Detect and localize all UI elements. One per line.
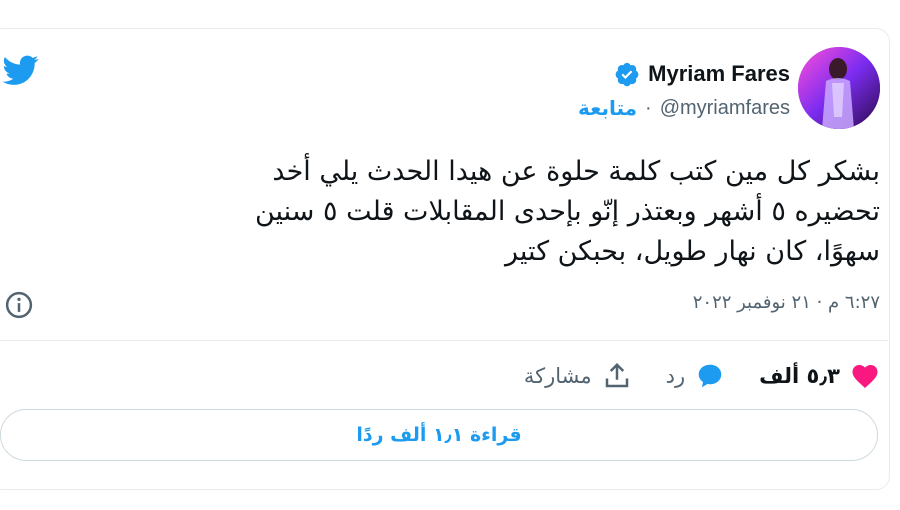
tweet-text: بشكر كل مين كتب كلمة حلوة عن هيدا الحدث … [80,152,880,272]
tweet-actions: ٥٫٣ ألف رد مشاركة [524,356,880,396]
reply-label: رد [665,364,686,388]
reply-bubble-icon [698,364,722,388]
author-name-row[interactable]: Myriam Fares [614,58,790,90]
twitter-bird-icon[interactable] [0,52,42,88]
avatar-image [798,47,880,129]
share-label: مشاركة [523,364,592,388]
tweet-text-line: سهوًا، كان نهار طويل، بحبكن كتير [505,236,880,267]
tweet-text-line: تحضيره ٥ أشهر وبعتذر إنّو بإحدى المقابلا… [254,196,880,227]
like-count: ٥٫٣ ألف [759,364,840,388]
divider [0,340,888,341]
tweet-timestamp[interactable]: ٦:٢٧ م · ٢١ نوفمبر ٢٠٢٢ [693,292,880,313]
author-handle[interactable]: @myriamfares [660,97,790,120]
verified-badge-icon [615,62,639,87]
share-icon [605,362,628,388]
author-name: Myriam Fares [648,61,790,86]
share-button[interactable]: مشاركة [524,361,632,391]
author-handle-row: متابعة · @myriamfares [578,94,790,122]
read-replies-button[interactable]: قراءة ١٫١ ألف ردًا [0,409,878,461]
separator-dot: · [645,96,652,119]
like-button[interactable]: ٥٫٣ ألف [759,361,880,391]
heart-icon [852,365,878,388]
follow-button[interactable]: متابعة [578,96,637,120]
tweet-text-line: بشكر كل مين كتب كلمة حلوة عن هيدا الحدث … [272,156,880,187]
avatar[interactable] [798,47,880,129]
info-icon[interactable] [4,290,34,320]
reply-button[interactable]: رد [666,361,726,391]
